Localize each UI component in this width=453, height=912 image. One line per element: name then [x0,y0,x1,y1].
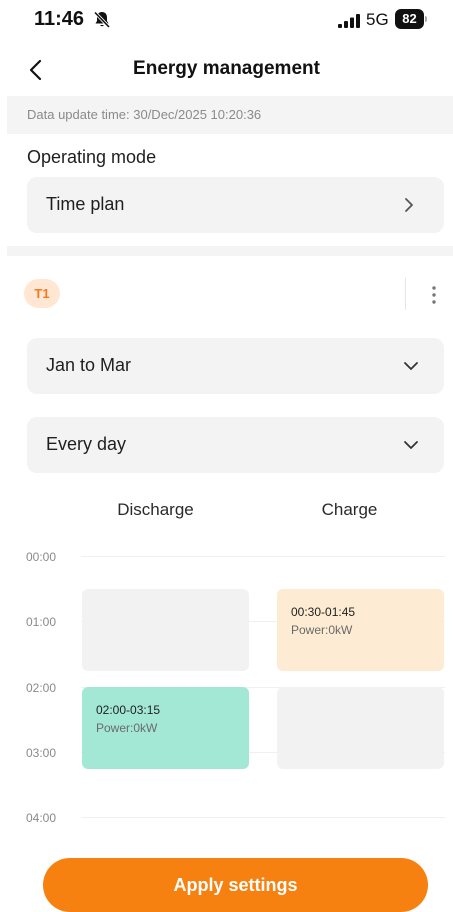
slot-power: Power:0kW [96,721,158,735]
network-label: 5G [366,10,389,29]
days-dropdown[interactable]: Every day [27,417,444,473]
more-vertical-icon[interactable] [424,283,444,307]
battery-icon: 82 [395,9,427,29]
time-label: 00:00 [26,550,57,564]
nav-bar: Energy management [0,48,453,92]
time-label: 04:00 [26,811,57,825]
chevron-down-icon [404,362,418,370]
slot-time-range: 00:30-01:45 [291,605,356,619]
status-time: 11:46 [34,8,85,30]
discharge-empty-slot[interactable] [82,589,249,671]
discharge-time-slot[interactable]: 02:00-03:15 Power:0kW [82,687,249,769]
chevron-down-icon [404,441,418,449]
time-label: 01:00 [26,615,57,629]
time-label: 03:00 [26,746,57,760]
slot-power: Power:0kW [291,623,353,637]
time-label: 02:00 [26,681,57,695]
operating-mode-value: Time plan [46,194,125,214]
operating-mode-label: Operating mode [27,147,157,167]
status-bar: 11:46 5G 82 [0,0,453,44]
charge-time-slot[interactable]: 00:30-01:45 Power:0kW [277,589,444,671]
column-header-charge: Charge [321,500,378,519]
grid-line [81,817,445,818]
operating-mode-selector[interactable]: Time plan [27,177,444,233]
battery-level: 82 [395,9,424,29]
days-value: Every day [46,434,127,454]
update-time-bar: Data update time: 30/Dec/2025 10:20:36 [7,96,453,134]
signal-bars-icon [338,14,360,28]
apply-settings-button[interactable]: Apply settings [43,858,428,912]
column-header-discharge: Discharge [117,500,194,519]
months-dropdown[interactable]: Jan to Mar [27,338,444,394]
vertical-separator [405,278,406,310]
section-divider [7,246,453,256]
slot-time-range: 02:00-03:15 [96,703,161,717]
charge-empty-slot[interactable] [277,687,444,769]
chevron-right-icon [405,198,413,212]
months-value: Jan to Mar [46,355,132,375]
bell-slash-icon [93,11,111,29]
battery-tip [425,16,427,22]
update-time-text: Data update time: 30/Dec/2025 10:20:36 [27,107,262,122]
plan-tag-t1[interactable]: T1 [24,279,60,308]
grid-line [81,556,445,557]
page-title: Energy management [133,58,320,79]
